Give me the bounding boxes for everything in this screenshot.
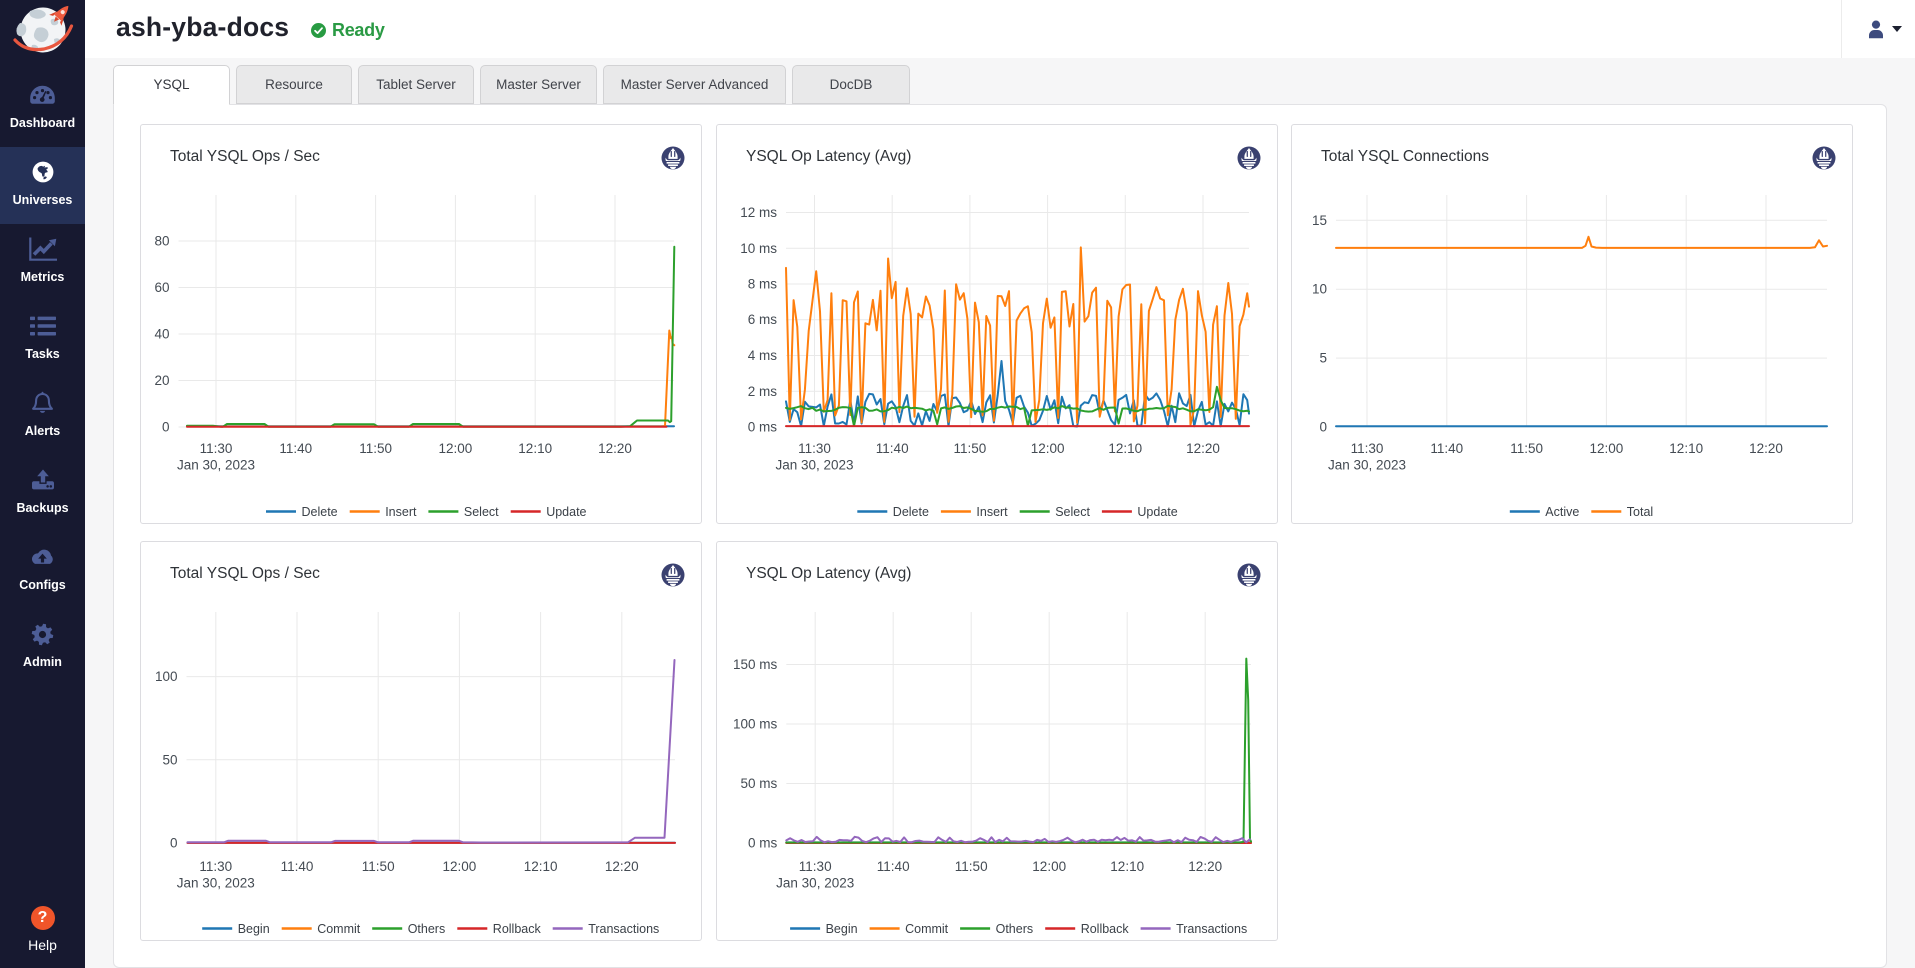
svg-text:Transactions: Transactions xyxy=(1176,922,1247,936)
svg-text:Jan 30, 2023: Jan 30, 2023 xyxy=(177,458,255,473)
svg-text:6 ms: 6 ms xyxy=(747,312,777,327)
svg-text:Total YSQL Connections: Total YSQL Connections xyxy=(1321,148,1489,165)
svg-text:Begin: Begin xyxy=(238,922,270,936)
svg-text:Total: Total xyxy=(1626,505,1652,519)
svg-text:12:10: 12:10 xyxy=(1108,441,1142,456)
svg-text:Commit: Commit xyxy=(905,922,949,936)
svg-text:11:30: 11:30 xyxy=(798,859,831,874)
svg-text:10: 10 xyxy=(1311,282,1326,297)
svg-text:YSQL Op Latency (Avg): YSQL Op Latency (Avg) xyxy=(746,565,911,582)
svg-text:Jan 30, 2023: Jan 30, 2023 xyxy=(775,458,853,473)
svg-text:11:40: 11:40 xyxy=(875,441,908,456)
svg-text:12:00: 12:00 xyxy=(443,859,477,874)
svg-text:12:10: 12:10 xyxy=(1669,441,1703,456)
svg-text:0: 0 xyxy=(170,836,178,851)
svg-text:11:50: 11:50 xyxy=(359,441,392,456)
svg-text:12:20: 12:20 xyxy=(1186,441,1220,456)
svg-text:5: 5 xyxy=(1319,351,1327,366)
svg-text:Transactions: Transactions xyxy=(588,922,659,936)
svg-text:10 ms: 10 ms xyxy=(740,241,777,256)
svg-text:60: 60 xyxy=(154,280,169,295)
svg-text:0 ms: 0 ms xyxy=(747,420,777,435)
svg-text:Begin: Begin xyxy=(825,922,857,936)
svg-text:11:30: 11:30 xyxy=(199,859,232,874)
svg-text:11:40: 11:40 xyxy=(876,859,909,874)
svg-text:20: 20 xyxy=(154,373,169,388)
svg-text:12:00: 12:00 xyxy=(1030,441,1064,456)
svg-text:4 ms: 4 ms xyxy=(747,348,777,363)
svg-text:Select: Select xyxy=(464,505,499,519)
svg-text:YSQL Op Latency (Avg): YSQL Op Latency (Avg) xyxy=(746,148,911,165)
svg-text:11:50: 11:50 xyxy=(1510,441,1543,456)
svg-text:Insert: Insert xyxy=(976,505,1008,519)
svg-text:Delete: Delete xyxy=(302,505,338,519)
svg-text:Delete: Delete xyxy=(892,505,928,519)
svg-text:Total YSQL Ops / Sec: Total YSQL Ops / Sec xyxy=(170,148,320,165)
svg-text:8 ms: 8 ms xyxy=(747,277,777,292)
svg-text:11:50: 11:50 xyxy=(362,859,395,874)
svg-text:12:20: 12:20 xyxy=(598,441,632,456)
svg-text:12:10: 12:10 xyxy=(1110,859,1144,874)
svg-text:0: 0 xyxy=(1319,420,1327,435)
svg-text:Jan 30, 2023: Jan 30, 2023 xyxy=(1327,458,1405,473)
svg-text:12:20: 12:20 xyxy=(605,859,639,874)
svg-text:11:40: 11:40 xyxy=(1430,441,1463,456)
svg-text:Others: Others xyxy=(408,922,446,936)
svg-text:11:50: 11:50 xyxy=(953,441,986,456)
svg-text:Active: Active xyxy=(1545,505,1579,519)
svg-text:2 ms: 2 ms xyxy=(747,384,777,399)
svg-text:Insert: Insert xyxy=(385,505,417,519)
svg-text:12 ms: 12 ms xyxy=(740,205,777,220)
svg-text:12:00: 12:00 xyxy=(439,441,473,456)
svg-text:Update: Update xyxy=(1137,505,1177,519)
svg-text:Jan 30, 2023: Jan 30, 2023 xyxy=(177,876,255,891)
svg-text:Rollback: Rollback xyxy=(1080,922,1129,936)
svg-text:Update: Update xyxy=(546,505,586,519)
svg-text:100 ms: 100 ms xyxy=(733,717,778,732)
svg-text:15: 15 xyxy=(1311,213,1326,228)
svg-text:0: 0 xyxy=(162,420,170,435)
svg-text:80: 80 xyxy=(154,234,169,249)
svg-text:100: 100 xyxy=(155,669,178,684)
svg-text:11:50: 11:50 xyxy=(954,859,987,874)
svg-text:Others: Others xyxy=(995,922,1033,936)
svg-text:0 ms: 0 ms xyxy=(748,836,778,851)
svg-text:12:00: 12:00 xyxy=(1032,859,1066,874)
svg-text:12:00: 12:00 xyxy=(1589,441,1623,456)
svg-text:12:10: 12:10 xyxy=(524,859,558,874)
svg-text:Total YSQL Ops / Sec: Total YSQL Ops / Sec xyxy=(170,565,320,582)
svg-text:12:20: 12:20 xyxy=(1188,859,1222,874)
svg-text:12:20: 12:20 xyxy=(1749,441,1783,456)
svg-text:Commit: Commit xyxy=(317,922,361,936)
svg-text:11:40: 11:40 xyxy=(279,441,312,456)
svg-text:50 ms: 50 ms xyxy=(740,776,777,791)
svg-text:Jan 30, 2023: Jan 30, 2023 xyxy=(776,876,854,891)
svg-text:150 ms: 150 ms xyxy=(733,657,778,672)
svg-text:11:30: 11:30 xyxy=(798,441,831,456)
svg-text:11:40: 11:40 xyxy=(281,859,314,874)
svg-text:12:10: 12:10 xyxy=(518,441,552,456)
svg-text:50: 50 xyxy=(162,752,177,767)
svg-text:40: 40 xyxy=(154,327,169,342)
svg-text:Select: Select xyxy=(1055,505,1090,519)
svg-text:11:30: 11:30 xyxy=(1350,441,1383,456)
svg-text:Rollback: Rollback xyxy=(493,922,542,936)
svg-text:11:30: 11:30 xyxy=(200,441,233,456)
